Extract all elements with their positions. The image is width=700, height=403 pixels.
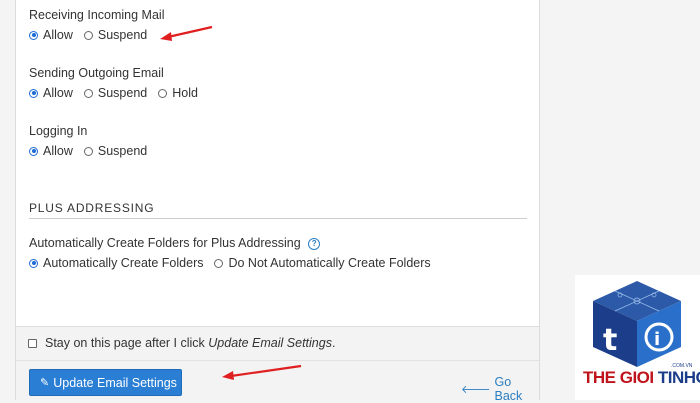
incoming-allow-option[interactable]: Allow (29, 28, 73, 42)
outgoing-suspend-option[interactable]: Suspend (83, 86, 148, 100)
watermark-domain: .COM.VN (671, 363, 693, 369)
outgoing-allow-radio[interactable] (29, 88, 38, 98)
outgoing-suspend-radio[interactable] (83, 88, 93, 98)
auto-create-folders-option[interactable]: Automatically Create Folders (29, 256, 203, 270)
update-button-label: Update Email Settings (53, 375, 177, 390)
pencil-icon: ✎ (40, 377, 50, 389)
footer-divider (16, 360, 539, 361)
incoming-suspend-label: Suspend (97, 28, 148, 42)
no-auto-create-folders-radio[interactable] (214, 258, 224, 268)
login-allow-label: Allow (43, 144, 73, 158)
stay-label-suffix: . (331, 336, 336, 350)
watermark-text-red: THE GIOI (583, 368, 654, 387)
logging-in-label: Logging In (29, 124, 88, 138)
stay-on-page-label: Stay on this page after I click Update E… (45, 336, 335, 350)
go-back-link[interactable]: 🡐 Go Back (461, 375, 539, 403)
outgoing-allow-label: Allow (43, 86, 73, 100)
form-footer: Stay on this page after I click Update E… (16, 326, 539, 403)
login-suspend-option[interactable]: Suspend (83, 144, 148, 158)
outgoing-allow-option[interactable]: Allow (29, 86, 73, 100)
watermark-text: THE GIOI TINHOC (583, 368, 700, 388)
plus-addressing-options: Automatically Create Folders Do Not Auto… (29, 256, 442, 270)
outgoing-hold-radio[interactable] (158, 88, 168, 98)
incoming-suspend-radio[interactable] (83, 30, 93, 40)
login-suspend-radio[interactable] (83, 146, 93, 156)
outgoing-hold-option[interactable]: Hold (158, 86, 198, 100)
watermark-text-blue: TINHOC (657, 368, 700, 387)
incoming-suspend-option[interactable]: Suspend (83, 28, 148, 42)
plus-addressing-heading: PLUS ADDRESSING (29, 201, 155, 215)
stay-on-page-option[interactable]: Stay on this page after I click Update E… (28, 336, 335, 350)
outgoing-mail-label: Sending Outgoing Email (29, 66, 164, 80)
login-allow-option[interactable]: Allow (29, 144, 73, 158)
svg-text:i: i (654, 329, 660, 350)
update-email-settings-button[interactable]: ✎ Update Email Settings (29, 369, 182, 396)
incoming-allow-radio[interactable] (29, 30, 38, 40)
go-back-label: Go Back (494, 375, 523, 403)
stay-label-prefix: Stay on this page after I click (45, 336, 209, 350)
arrow-left-icon: 🡐 (461, 384, 491, 396)
plus-addressing-label-text: Automatically Create Folders for Plus Ad… (29, 236, 301, 250)
no-auto-create-folders-label: Do Not Automatically Create Folders (228, 256, 431, 270)
logging-in-options: Allow Suspend (29, 144, 158, 158)
email-settings-panel: Receiving Incoming Mail Allow Suspend Se… (15, 0, 540, 403)
incoming-allow-label: Allow (43, 28, 73, 42)
login-suspend-label: Suspend (97, 144, 148, 158)
plus-addressing-label: Automatically Create Folders for Plus Ad… (29, 236, 321, 250)
stay-label-emphasis: Update Email Settings (208, 336, 332, 350)
login-allow-radio[interactable] (29, 146, 38, 156)
auto-create-folders-label: Automatically Create Folders (43, 256, 204, 270)
auto-create-folders-radio[interactable] (29, 258, 38, 268)
svg-text:t: t (603, 323, 617, 358)
section-divider (29, 218, 527, 219)
cube-logo-icon: t i (593, 281, 681, 367)
stay-on-page-checkbox[interactable] (28, 338, 37, 348)
incoming-mail-options: Allow Suspend (29, 28, 158, 42)
outgoing-suspend-label: Suspend (97, 86, 148, 100)
no-auto-create-folders-option[interactable]: Do Not Automatically Create Folders (214, 256, 431, 270)
outgoing-hold-label: Hold (172, 86, 198, 100)
outgoing-mail-options: Allow Suspend Hold (29, 86, 209, 100)
watermark-logo: t i THE GIOI TINHOC .COM.VN (575, 275, 700, 400)
incoming-mail-label: Receiving Incoming Mail (29, 8, 165, 22)
help-icon[interactable]: ? (308, 238, 321, 250)
